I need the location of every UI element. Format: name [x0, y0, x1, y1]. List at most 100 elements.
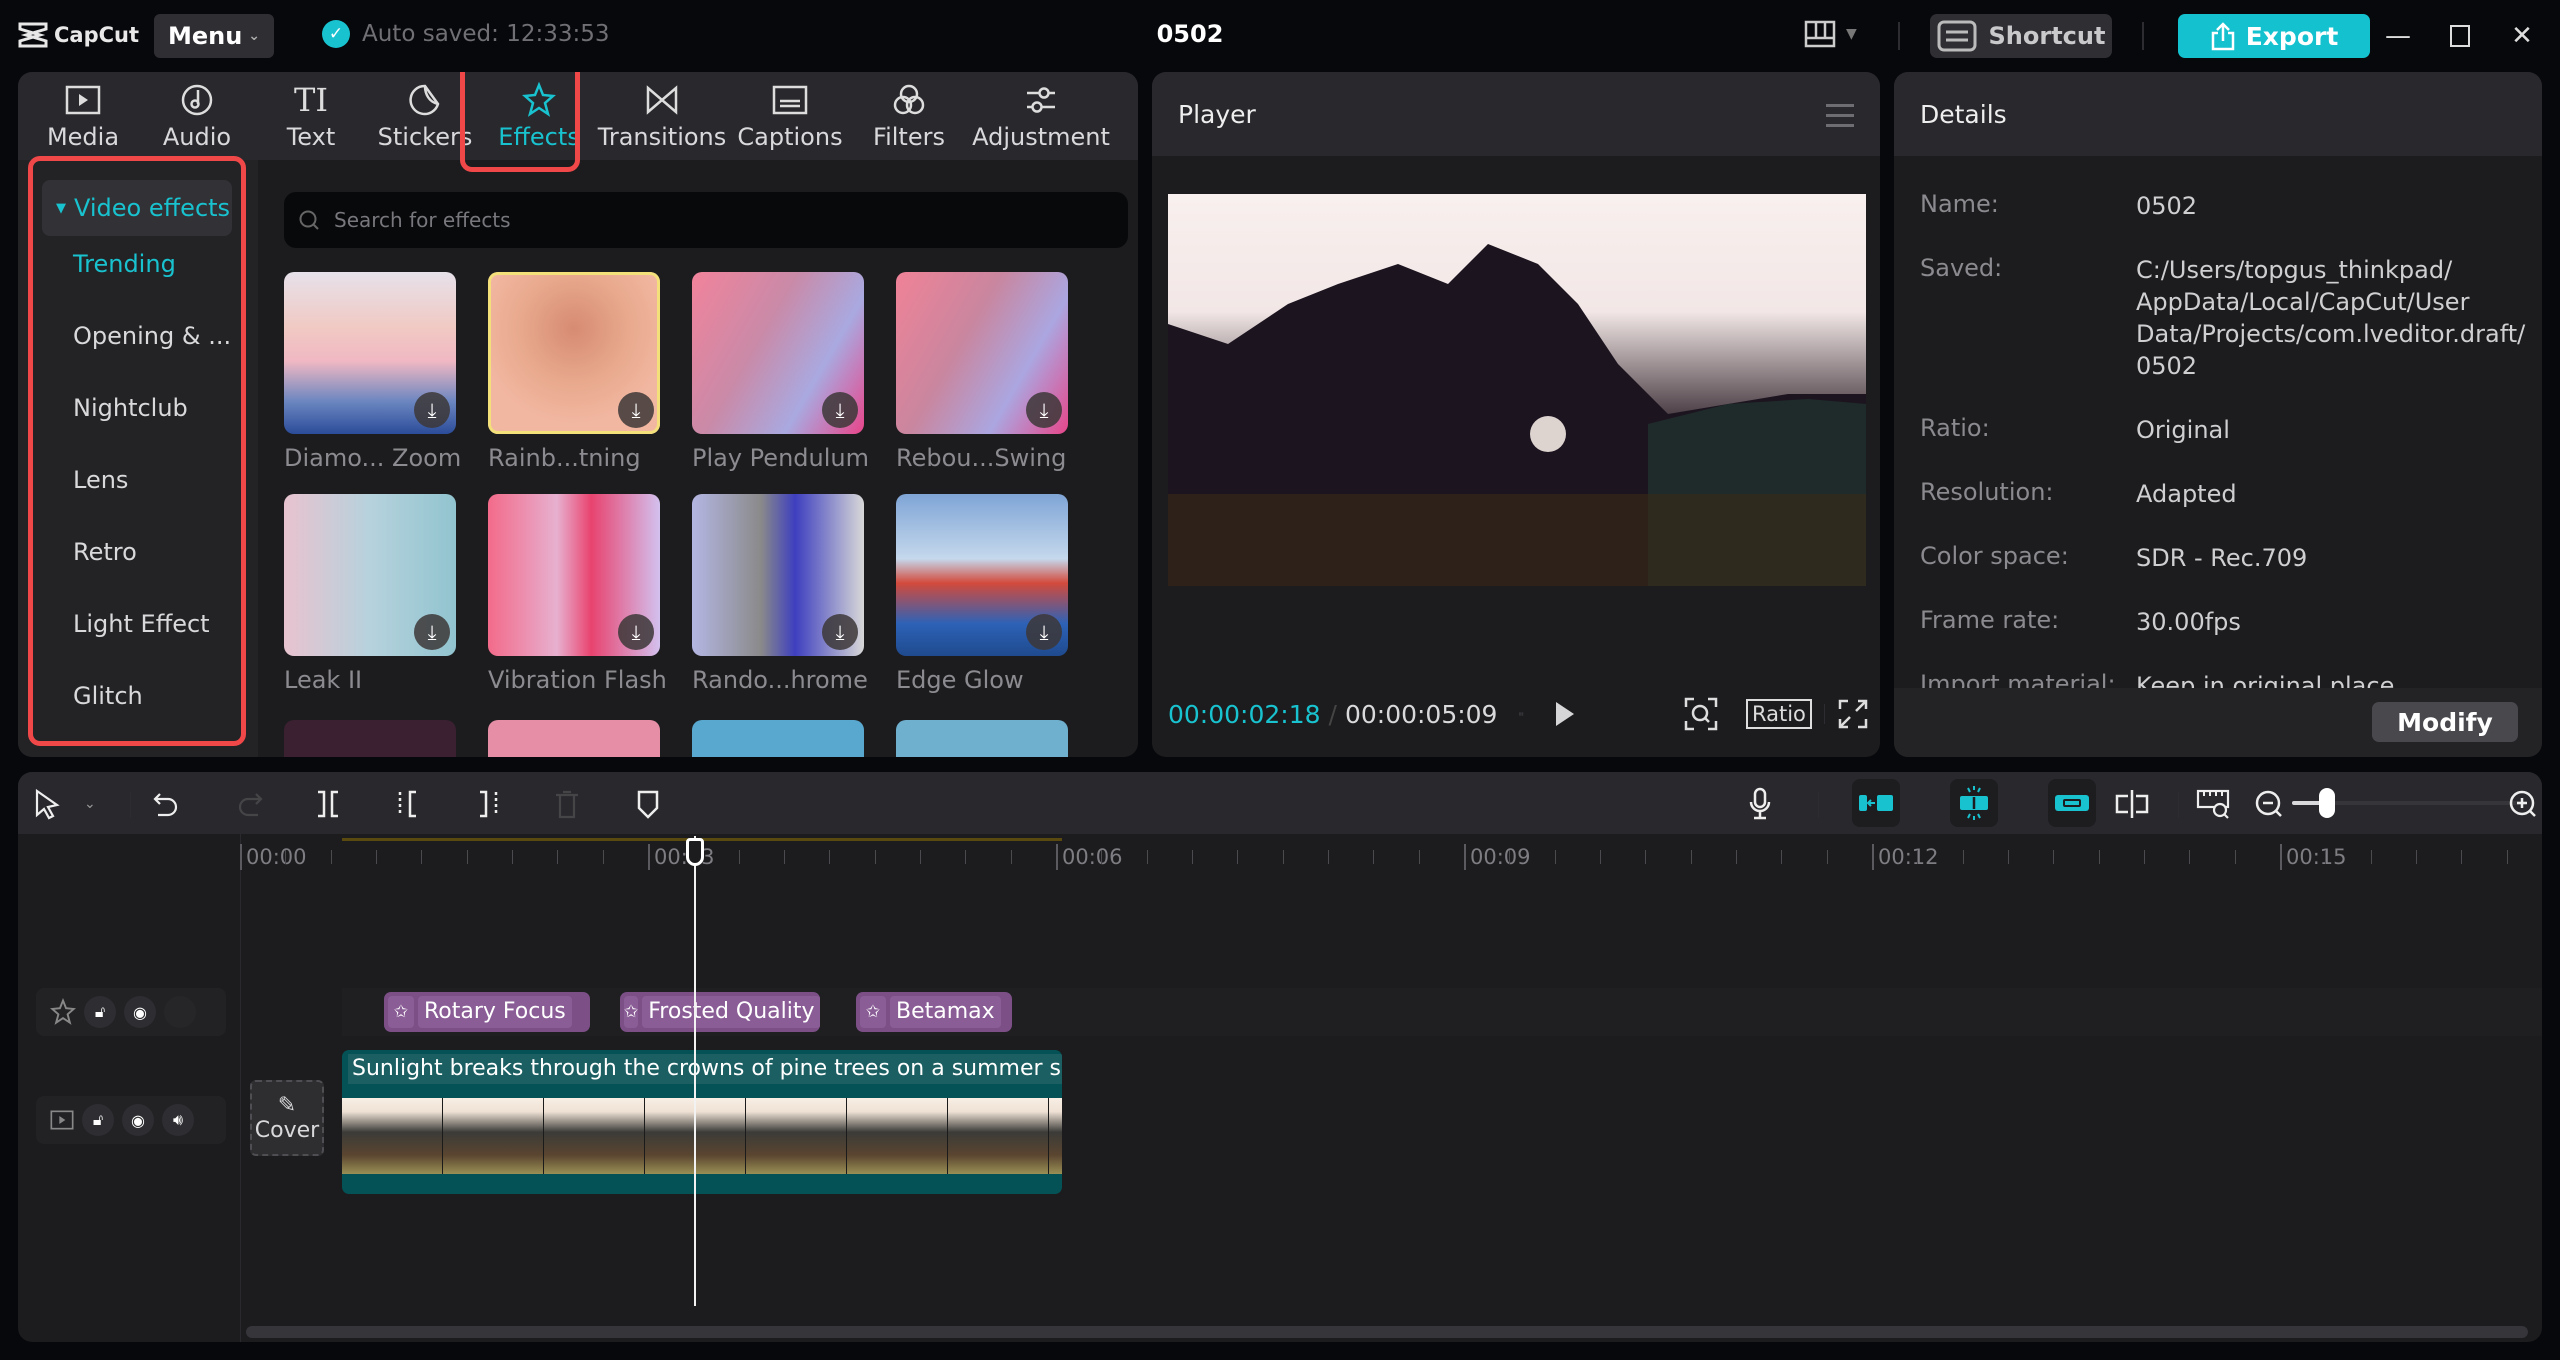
link-clips-toggle[interactable] [2048, 779, 2096, 827]
tab-text[interactable]: TI Text [254, 72, 368, 160]
tab-stickers[interactable]: Stickers [368, 72, 482, 160]
fullscreen-button[interactable] [1838, 699, 1868, 729]
effect-card[interactable]: ⤓ Rando...hrome [692, 494, 868, 694]
category-opening[interactable]: Opening & ... [73, 322, 231, 350]
marker-button[interactable] [636, 786, 660, 822]
effect-card[interactable] [284, 720, 456, 757]
zoom-preview-button[interactable] [1684, 697, 1718, 731]
delete-button[interactable] [554, 786, 580, 822]
tab-filters[interactable]: Filters [852, 72, 966, 160]
download-icon[interactable]: ⤓ [414, 614, 450, 650]
modify-button[interactable]: Modify [2372, 702, 2518, 742]
effect-card[interactable]: ⤓ Rainb...tning [488, 272, 660, 472]
detail-value: C:/Users/topgus_thinkpad/ AppData/Local/… [2136, 256, 2526, 380]
effect-card[interactable] [488, 720, 660, 757]
tab-effects[interactable]: Effects [482, 72, 596, 160]
effect-card[interactable] [692, 720, 864, 757]
hamburger-menu-icon[interactable] [1826, 104, 1854, 134]
zoom-to-fit-button[interactable] [2196, 786, 2232, 822]
effect-card[interactable]: ⤓ Play Pendulum [692, 272, 869, 472]
track-extra-button[interactable] [164, 996, 196, 1028]
lock-track-button[interactable]: 🔓︎ [82, 1104, 114, 1136]
timeline-horizontal-scrollbar[interactable] [246, 1326, 2528, 1338]
focus-zoom-icon [1684, 697, 1718, 731]
download-icon[interactable]: ⤓ [1026, 614, 1062, 650]
download-icon[interactable]: ⤓ [618, 392, 654, 428]
divider [1898, 22, 1900, 50]
ruler-tick [1282, 850, 1284, 864]
download-icon[interactable]: ⤓ [618, 614, 654, 650]
effect-clip-frosted-quality[interactable]: ✩ Frosted Quality [620, 992, 820, 1032]
slider-handle[interactable] [2319, 788, 2336, 818]
cover-button[interactable]: ✎ Cover [250, 1080, 324, 1156]
audio-icon [181, 84, 213, 116]
effect-card[interactable]: ⤓ Vibration Flash [488, 494, 667, 694]
split-button[interactable] [314, 786, 342, 822]
category-retro[interactable]: Retro [73, 538, 137, 566]
effect-clip-betamax[interactable]: ✩ Betamax [856, 992, 1012, 1032]
undo-button[interactable] [152, 786, 180, 822]
record-audio-button[interactable] [1748, 786, 1772, 822]
select-tool-dropdown[interactable]: ⌄ [84, 786, 96, 822]
playhead-line[interactable] [694, 836, 696, 1306]
magnet-snap-toggle[interactable] [1852, 779, 1900, 827]
category-light-effect[interactable]: Light Effect [73, 610, 210, 638]
effect-card[interactable]: ⤓ Diamo... Zoom [284, 272, 461, 472]
effect-card[interactable] [896, 720, 1068, 757]
hide-track-button[interactable]: ◉ [124, 996, 156, 1028]
lock-track-button[interactable]: 🔓︎ [84, 996, 116, 1028]
video-clip-frames [342, 1098, 1062, 1174]
maximize-button[interactable] [2440, 16, 2480, 56]
download-icon[interactable]: ⤓ [414, 392, 450, 428]
caret-down-icon: ▼ [1846, 26, 1857, 42]
zoom-in-icon [2509, 790, 2536, 817]
effect-card[interactable]: ⤓ Leak II [284, 494, 456, 694]
snap-left-icon [1859, 795, 1893, 811]
video-preview[interactable] [1168, 194, 1866, 586]
tab-media[interactable]: Media [26, 72, 140, 160]
play-button[interactable] [1554, 700, 1576, 728]
download-icon[interactable]: ⤓ [822, 614, 858, 650]
tab-adjustment[interactable]: Adjustment [966, 72, 1116, 160]
download-icon[interactable]: ⤓ [1026, 392, 1062, 428]
video-clip[interactable]: Sunlight breaks through the crowns of pi… [342, 1050, 1062, 1194]
timeline-ruler[interactable]: 00:00 00:03 00:06 00:09 00:12 00:15 [240, 836, 2542, 876]
effect-clip-rotary-focus[interactable]: ✩ Rotary Focus [384, 992, 590, 1032]
preview-axis-button[interactable] [2114, 786, 2150, 822]
tab-captions[interactable]: Captions [728, 72, 852, 160]
effects-search-input[interactable]: Search for effects [284, 192, 1128, 248]
category-lens[interactable]: Lens [73, 466, 128, 494]
close-button[interactable]: ✕ [2502, 16, 2542, 56]
zoom-out-button[interactable] [2254, 786, 2284, 822]
layout-button[interactable]: ▼ [1804, 20, 1857, 48]
download-icon[interactable]: ⤓ [822, 392, 858, 428]
linkage-toggle[interactable] [1950, 779, 1998, 827]
category-glitch[interactable]: Glitch [73, 682, 143, 710]
ratio-button[interactable]: Ratio [1745, 699, 1812, 729]
select-tool-button[interactable] [34, 786, 60, 822]
shortcut-button[interactable]: Shortcut [1930, 14, 2112, 58]
minimize-button[interactable]: — [2378, 16, 2418, 56]
mute-track-button[interactable]: 🔊︎ [162, 1104, 194, 1136]
adjustment-icon [1027, 87, 1055, 113]
edit-pencil-icon: ✎ [277, 1093, 297, 1118]
zoom-in-button[interactable] [2508, 786, 2538, 822]
trim-left-button[interactable] [394, 786, 422, 822]
tab-audio[interactable]: Audio [140, 72, 254, 160]
split-icon [318, 790, 338, 818]
export-button[interactable]: Export [2178, 14, 2370, 58]
category-trending[interactable]: Trending [73, 250, 176, 278]
time-separator: / [1328, 699, 1337, 729]
ruler-tick [2506, 850, 2508, 864]
trim-right-button[interactable] [474, 786, 502, 822]
category-nightclub[interactable]: Nightclub [73, 394, 188, 422]
playhead-handle[interactable] [686, 838, 704, 866]
redo-button[interactable] [236, 786, 264, 822]
hide-track-button[interactable]: ◉ [122, 1104, 154, 1136]
effect-card[interactable]: ⤓ Rebou...Swing [896, 272, 1068, 472]
tab-transitions[interactable]: Transitions [596, 72, 728, 160]
current-time: 00:00:02:18 [1168, 699, 1321, 729]
timeline-zoom-slider[interactable] [2292, 788, 2526, 818]
category-header-video-effects[interactable]: ▼ Video effects [42, 180, 232, 236]
effect-card[interactable]: ⤓ Edge Glow [896, 494, 1068, 694]
